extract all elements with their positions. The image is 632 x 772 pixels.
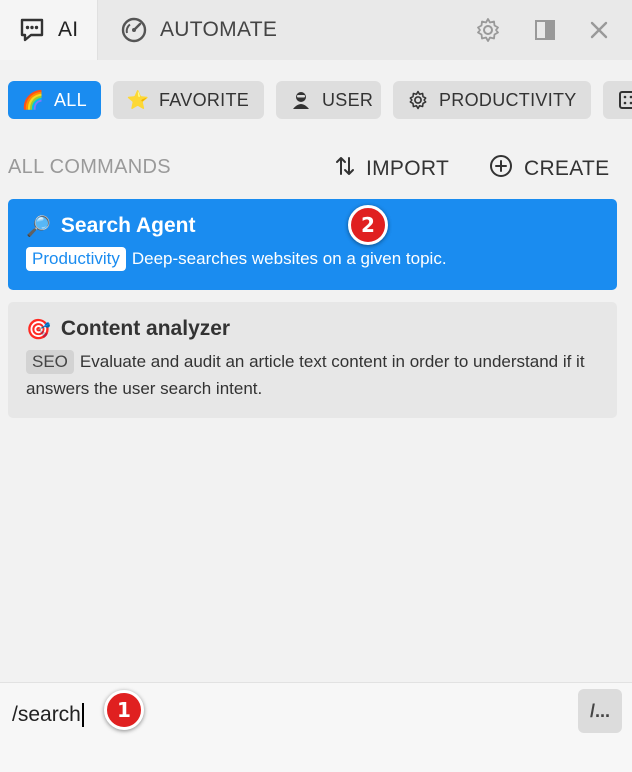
filter-favorite[interactable]: ⭐ FAVORITE bbox=[113, 81, 264, 119]
command-card-search-agent[interactable]: 🔎 Search Agent Productivity Deep-searches… bbox=[8, 199, 617, 290]
command-description: Deep-searches websites on a given topic. bbox=[131, 249, 447, 268]
star-icon: ⭐ bbox=[126, 89, 150, 110]
filter-productivity[interactable]: PRODUCTIVITY bbox=[393, 81, 591, 119]
rainbow-icon: 🌈 bbox=[21, 89, 45, 110]
command-card-content-analyzer[interactable]: 🎯 Content analyzer SEO Evaluate and audit… bbox=[8, 302, 617, 418]
filter-all-label: ALL bbox=[54, 89, 87, 110]
card-title-row: 🎯 Content analyzer bbox=[26, 314, 599, 344]
category-badge: SEO bbox=[26, 350, 74, 374]
tab-automate[interactable]: AUTOMATE bbox=[120, 0, 277, 60]
filter-productivity-label: PRODUCTIVITY bbox=[439, 89, 577, 110]
create-label: CREATE bbox=[524, 157, 610, 180]
category-badge: Productivity bbox=[26, 247, 126, 271]
target-icon: 🎯 bbox=[26, 318, 51, 341]
command-description: Evaluate and audit an article text conte… bbox=[26, 352, 585, 398]
command-title: Search Agent bbox=[60, 214, 196, 237]
command-input-area: /search /... bbox=[0, 682, 632, 772]
create-button[interactable]: CREATE bbox=[488, 154, 609, 184]
sort-arrows-icon bbox=[334, 154, 356, 184]
command-body: Productivity Deep-searches websites on a … bbox=[26, 245, 599, 272]
top-tab-bar: AI AUTOMATE bbox=[0, 0, 632, 60]
step-marker-2: 2 bbox=[348, 205, 388, 245]
gear-icon bbox=[407, 89, 429, 111]
magnifier-icon: 🔎 bbox=[26, 215, 51, 238]
command-input-value: /search bbox=[12, 703, 81, 726]
command-input[interactable]: /search bbox=[12, 703, 84, 727]
section-title: ALL COMMANDS bbox=[8, 156, 171, 178]
close-icon[interactable] bbox=[584, 15, 614, 45]
filter-favorite-label: FAVORITE bbox=[159, 89, 250, 110]
chat-icon bbox=[18, 16, 46, 44]
command-title: Content analyzer bbox=[60, 317, 231, 340]
text-caret bbox=[81, 703, 84, 727]
filter-more[interactable] bbox=[603, 81, 632, 119]
slash-commands-button[interactable]: /... bbox=[578, 689, 622, 733]
sidebar-toggle-icon[interactable] bbox=[530, 15, 560, 45]
tab-ai-label: AI bbox=[58, 18, 79, 41]
category-filters: 🌈 ALL ⭐ FAVORITE USER PRODUCTIVITY bbox=[0, 80, 632, 120]
filter-user-label: USER bbox=[322, 89, 374, 110]
tab-automate-label: AUTOMATE bbox=[160, 18, 278, 41]
import-label: IMPORT bbox=[366, 157, 450, 180]
gauge-icon bbox=[120, 16, 148, 44]
plus-circle-icon bbox=[488, 153, 514, 185]
user-icon bbox=[290, 89, 312, 111]
card-title-row: 🔎 Search Agent bbox=[26, 211, 599, 241]
step-marker-1: 1 bbox=[104, 690, 144, 730]
filter-user[interactable]: USER bbox=[276, 81, 381, 119]
grid-icon bbox=[617, 89, 632, 111]
tab-ai[interactable]: AI bbox=[0, 0, 98, 60]
gear-icon[interactable] bbox=[473, 15, 503, 45]
import-button[interactable]: IMPORT bbox=[334, 154, 449, 184]
filter-all[interactable]: 🌈 ALL bbox=[8, 81, 101, 119]
command-body: SEO Evaluate and audit an article text co… bbox=[26, 348, 599, 402]
